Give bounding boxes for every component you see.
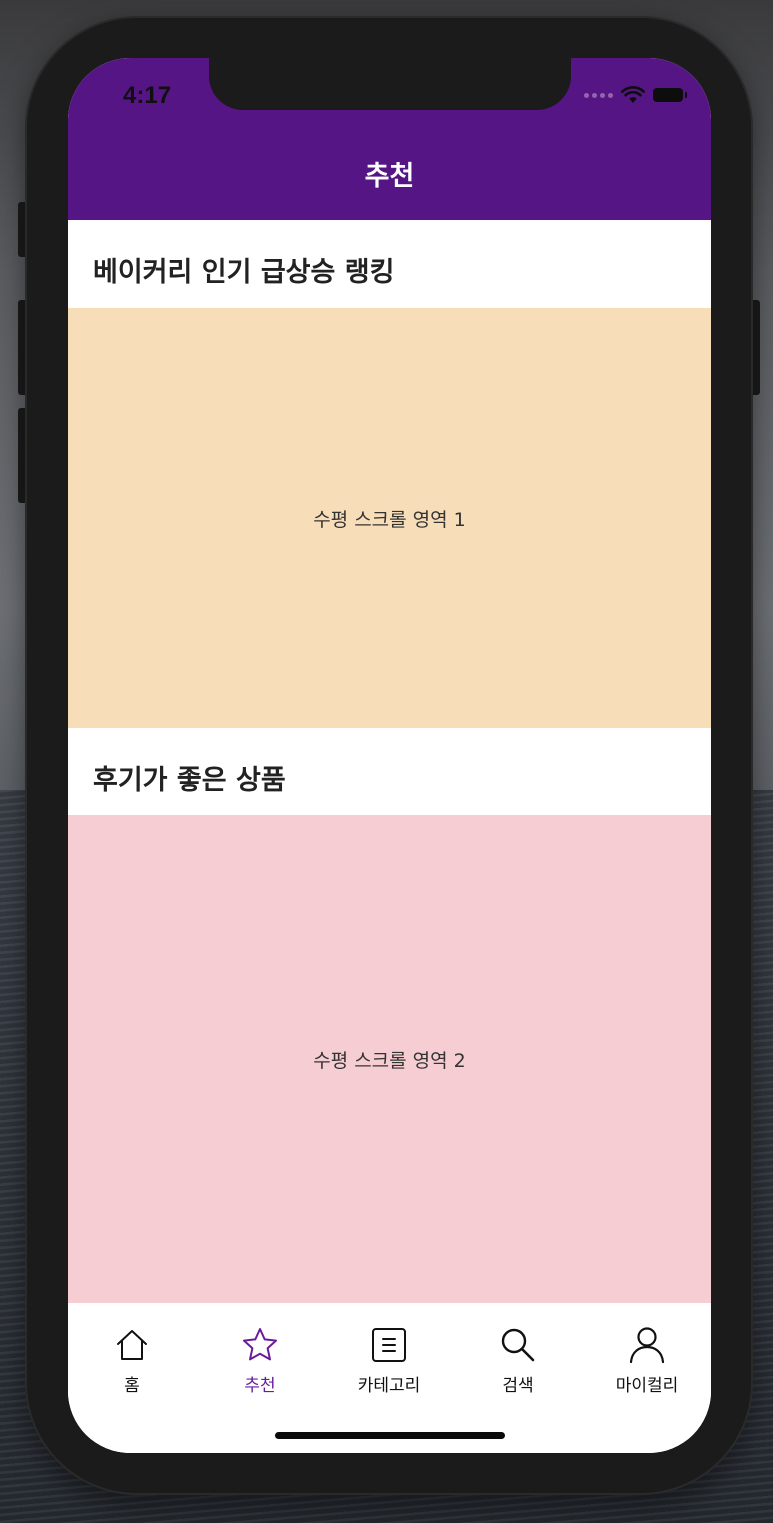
star-icon — [243, 1328, 277, 1361]
scroll-area-label: 수평 스크롤 영역 1 — [313, 508, 466, 531]
horizontal-scroll-area-2[interactable]: 수평 스크롤 영역 2 — [68, 815, 711, 1303]
tab-label: 검색 — [502, 1376, 534, 1396]
wifi-icon — [621, 86, 645, 103]
tab-home[interactable]: 홈 — [72, 1325, 192, 1396]
signal-icon — [584, 92, 613, 98]
device-notch — [209, 58, 571, 110]
tab-label: 추천 — [244, 1376, 276, 1396]
home-indicator[interactable] — [275, 1432, 505, 1439]
status-indicators — [584, 86, 687, 104]
tab-category[interactable]: 카테고리 — [329, 1325, 449, 1396]
tab-bar: 홈 추천 카테고리 검색 마이컬리 — [68, 1303, 711, 1453]
page-title: 추천 — [364, 161, 415, 192]
navigation-header: 4:17 추천 — [68, 58, 711, 220]
status-time: 4:17 — [123, 82, 172, 109]
tab-search[interactable]: 검색 — [458, 1325, 578, 1396]
section-title-bakery-ranking: 베이커리 인기 급상승 랭킹 — [93, 257, 395, 288]
battery-icon — [653, 88, 687, 102]
scroll-area-label: 수평 스크롤 영역 2 — [313, 1049, 466, 1072]
list-icon — [372, 1328, 406, 1362]
tab-my-kurly[interactable]: 마이컬리 — [587, 1325, 707, 1396]
search-icon — [501, 1328, 535, 1362]
app-screen: 4:17 추천 베이커리 인기 급상승 랭킹 수평 스크롤 영역 1 후기가 좋… — [68, 58, 711, 1453]
horizontal-scroll-area-1[interactable]: 수평 스크롤 영역 1 — [68, 308, 711, 728]
home-icon — [117, 1330, 147, 1360]
person-icon — [629, 1327, 665, 1364]
tab-label: 홈 — [124, 1376, 140, 1396]
tab-label: 카테고리 — [357, 1376, 421, 1396]
tab-label: 마이컬리 — [615, 1376, 679, 1396]
tab-recommend[interactable]: 추천 — [200, 1325, 320, 1396]
section-title-good-reviews: 후기가 좋은 상품 — [93, 765, 286, 796]
power-button — [750, 300, 760, 395]
